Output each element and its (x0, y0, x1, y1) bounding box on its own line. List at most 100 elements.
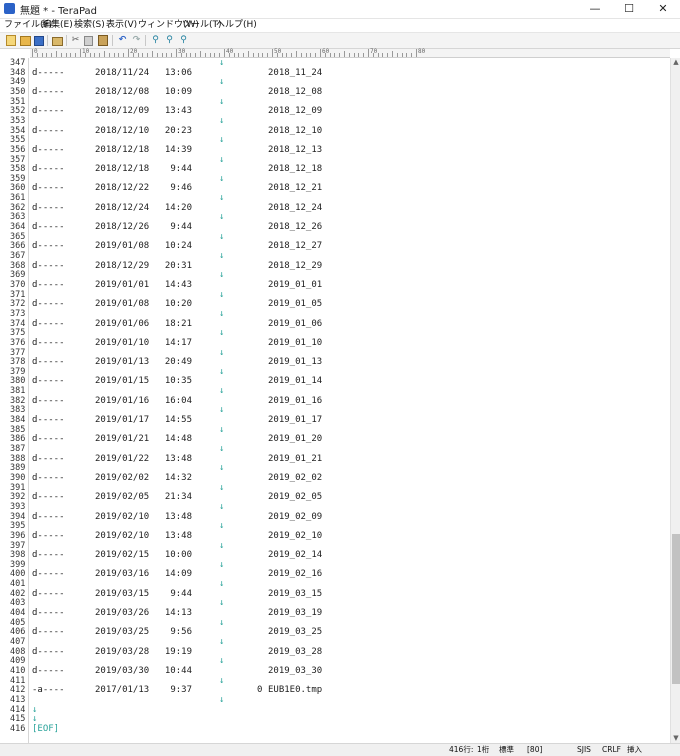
newline-mark: ↓ (219, 405, 225, 416)
file-date: 2018/12/10 (95, 125, 150, 136)
paste-icon[interactable] (98, 35, 108, 46)
line-number: 365 (10, 231, 26, 242)
file-date: 2018/12/29 (95, 260, 150, 271)
ruler-tick (204, 53, 206, 57)
file-time: 9:44 (170, 588, 192, 599)
file-name: 2019_01_16 (268, 395, 323, 406)
ruler-tick (243, 53, 245, 57)
print-icon[interactable] (52, 37, 63, 46)
copy-icon[interactable] (84, 36, 93, 46)
ruler-tick (176, 49, 177, 57)
scroll-down-icon[interactable]: ▼ (671, 734, 680, 743)
ruler-tick (99, 53, 101, 57)
search-next-icon[interactable]: ⚲ (164, 35, 175, 46)
file-date: 2018/12/08 (95, 86, 150, 97)
newline-mark: ↓ (219, 270, 225, 281)
line-number: 369 (10, 270, 26, 281)
ruler-tick (344, 51, 345, 57)
ruler-label: 80 (418, 48, 426, 55)
menu-view[interactable]: 表示(V) (106, 19, 137, 32)
search-prev-icon[interactable]: ⚲ (178, 35, 189, 46)
line-number: 378 (10, 357, 26, 368)
status-newline: CRLF (602, 745, 621, 754)
file-date: 2018/12/09 (95, 106, 150, 117)
ruler-tick (262, 53, 264, 57)
menu-edit[interactable]: 編集(E) (42, 19, 73, 32)
file-time: 9:37 (170, 685, 192, 696)
ruler-tick (392, 51, 393, 57)
ruler-tick (32, 49, 33, 57)
newline-mark: ↓ (219, 173, 225, 184)
scroll-up-icon[interactable]: ▲ (671, 58, 680, 67)
file-date: 2019/02/10 (95, 530, 150, 541)
file-time: 14:17 (164, 337, 192, 348)
ruler-tick (358, 53, 360, 57)
file-date: 2019/01/16 (95, 395, 150, 406)
line-number: 411 (10, 675, 26, 686)
newline-mark: ↓ (219, 96, 225, 107)
file-attr: d----- (32, 530, 65, 541)
file-name: 2018_12_21 (268, 183, 323, 194)
line-number: 348 (10, 67, 26, 78)
ruler-tick (305, 53, 307, 57)
line-number: 367 (10, 251, 26, 261)
ruler-tick (46, 53, 48, 57)
file-name: 2019_01_20 (268, 434, 323, 445)
save-icon[interactable] (34, 36, 44, 46)
status-bar: 416行: 1桁 標準 [80] SJIS CRLF 挿入 (0, 743, 680, 756)
menu-search[interactable]: 検索(S) (74, 19, 105, 32)
file-name: 2018_12_09 (268, 106, 323, 117)
file-attr: d----- (32, 279, 65, 290)
line-number: 412 (10, 685, 26, 696)
maximize-icon[interactable]: ☐ (612, 0, 646, 18)
file-time: 14:13 (164, 608, 192, 619)
line-number: 352 (10, 106, 26, 117)
line-number: 413 (10, 694, 26, 705)
ruler-tick (224, 49, 225, 57)
file-time: 10:20 (164, 299, 192, 310)
menu-help[interactable]: ヘルプ(H) (216, 19, 257, 32)
newline-mark: ↓ (219, 559, 225, 570)
minimize-icon[interactable]: — (578, 0, 612, 18)
new-file-icon[interactable] (6, 35, 16, 46)
vertical-scrollbar[interactable]: ▲ ▼ (670, 58, 680, 743)
file-time: 10:09 (164, 86, 192, 97)
open-folder-icon[interactable] (20, 36, 31, 46)
file-date: 2017/01/13 (95, 685, 150, 696)
ruler-tick (89, 53, 91, 57)
newline-mark: ↓ (219, 386, 225, 397)
file-attr: d----- (32, 222, 65, 233)
file-attr: d----- (32, 357, 65, 368)
scrollbar-thumb[interactable] (672, 534, 680, 684)
ruler-tick (296, 51, 297, 57)
text-editor[interactable]: 347 ↓ 348 d----- 2018/11/24 13:06 2018_11_24 34… (0, 58, 670, 743)
file-time: 13:06 (164, 67, 192, 78)
close-icon[interactable]: ✕ (646, 0, 680, 18)
newline-mark: ↓ (32, 714, 38, 725)
file-attr: d----- (32, 434, 65, 445)
toolbar-separator (66, 35, 67, 46)
newline-mark: ↓ (219, 637, 225, 647)
file-name: 2019_02_09 (268, 511, 323, 522)
line-number: 385 (10, 424, 26, 435)
redo-icon[interactable]: ↷ (131, 35, 142, 46)
file-name: 2019_01_13 (268, 357, 323, 368)
file-date: 2019/01/13 (95, 357, 150, 368)
file-time: 9:56 (170, 627, 192, 638)
file-name: 2019_02_05 (268, 492, 323, 503)
line-number: 349 (10, 77, 26, 88)
ruler-label: 70 (370, 48, 378, 55)
cut-icon[interactable]: ✂ (70, 35, 81, 46)
ruler-tick (137, 53, 139, 57)
ruler-label: 0 (34, 48, 38, 55)
file-attr: d----- (32, 376, 65, 387)
undo-icon[interactable]: ↶ (117, 35, 128, 46)
ruler-tick (142, 53, 144, 57)
column-ruler: 0 10 20 30 40 50 60 70 80 (30, 48, 670, 58)
file-time: 13:48 (164, 511, 192, 522)
window-title: 無題 * - TeraPad (20, 6, 98, 17)
file-time: 14:55 (164, 415, 192, 426)
ruler-tick (286, 53, 288, 57)
newline-mark: ↓ (219, 58, 225, 68)
search-icon[interactable]: ⚲ (150, 35, 161, 46)
